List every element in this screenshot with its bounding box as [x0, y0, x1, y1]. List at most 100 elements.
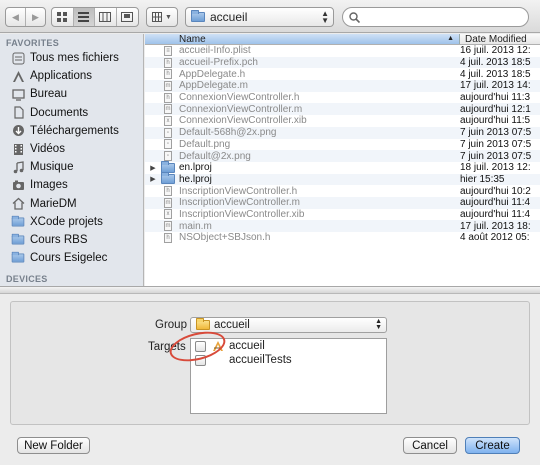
date-column-header[interactable]: Date Modified — [460, 34, 540, 45]
document-icon: ▫ — [161, 127, 175, 138]
file-row[interactable]: h ConnexionViewController.h aujourd'hui 11… — [145, 92, 540, 104]
sidebar-item-documents[interactable]: Documents — [0, 104, 143, 122]
sidebar-item-label: Musique — [30, 161, 74, 174]
file-list-header: Name ▲ Date Modified — [145, 34, 540, 45]
file-type-glyph: h — [164, 69, 172, 80]
file-date: 18 juil. 2013 12: — [460, 162, 531, 174]
movies-icon — [11, 142, 25, 156]
document-icon: h — [161, 186, 175, 197]
sidebar-item-bureau[interactable]: Bureau — [0, 85, 143, 103]
file-name: NSObject+SBJson.h — [179, 232, 271, 244]
disclosure-triangle-icon[interactable]: ▶ — [145, 175, 161, 183]
split-resize-bar[interactable] — [0, 286, 540, 294]
file-row[interactable]: ▫ Default-568h@2x.png 7 juin 2013 07:5 — [145, 126, 540, 139]
file-date: aujourd'hui 10:2 — [460, 185, 531, 197]
sidebar-item-cours-rbs[interactable]: Cours RBS — [0, 231, 143, 249]
group-popup[interactable]: accueil ▲ ▼ — [190, 317, 387, 333]
column-view-icon — [99, 12, 112, 22]
sidebar-item-label: Applications — [30, 70, 93, 83]
downloads-icon — [11, 124, 25, 138]
home-icon — [11, 197, 25, 211]
disclosure-triangle-icon[interactable]: ▶ — [145, 164, 161, 172]
sidebar-item-téléchargements[interactable]: Téléchargements — [0, 122, 143, 140]
file-name: he.lproj — [179, 173, 212, 185]
folder-row[interactable]: ▶ en.lproj 18 juil. 2013 12: — [145, 160, 540, 174]
file-row[interactable]: ▫ Default@2x.png 7 juin 2013 07:5 — [145, 150, 540, 162]
sidebar-item-mariedm[interactable]: MarieDM — [0, 195, 143, 213]
file-row[interactable]: m ConnexionViewController.m aujourd'hui 12… — [145, 103, 540, 116]
document-icon: ▫ — [161, 139, 175, 150]
document-icon: x — [161, 115, 175, 126]
dropdown-arrow-icon: ▼ — [165, 13, 172, 21]
file-row[interactable]: m AppDelegate.m 17 juil. 2013 14: — [145, 80, 540, 92]
group-value: accueil — [214, 319, 250, 331]
back-button[interactable]: ◀ — [6, 8, 26, 26]
target-row[interactable]: accueilTests — [191, 353, 386, 367]
sidebar-item-cours-esigelec[interactable]: Cours Esigelec — [0, 249, 143, 267]
create-button[interactable]: Create — [465, 437, 520, 454]
sidebar-item-applications[interactable]: Applications — [0, 67, 143, 85]
sidebar-item-label: MarieDM — [30, 197, 77, 210]
icon-view-button[interactable] — [52, 8, 74, 26]
name-column-label: Name — [179, 34, 206, 45]
search-icon — [349, 11, 360, 23]
column-view-button[interactable] — [95, 8, 117, 26]
cancel-button[interactable]: Cancel — [403, 437, 457, 454]
file-type-glyph: h — [164, 92, 172, 103]
folder-row[interactable]: ▶ he.lproj hier 15:35 — [145, 172, 540, 186]
sidebar-item-musique[interactable]: Musique — [0, 158, 143, 176]
document-icon: ▫ — [161, 151, 175, 162]
file-date: hier 15:35 — [460, 173, 505, 185]
sidebar-item-label: Vidéos — [30, 143, 65, 156]
file-date: 7 juin 2013 07:5 — [460, 127, 532, 139]
sidebar-item-label: Documents — [30, 106, 89, 119]
icon-view-icon — [56, 11, 67, 22]
file-name: main.m — [179, 220, 212, 232]
file-row[interactable]: h AppDelegate.h 4 juil. 2013 18:5 — [145, 68, 540, 80]
sidebar-item-label: XCode projets — [30, 215, 103, 228]
file-name: Default.png — [179, 138, 231, 150]
document-icon: m — [161, 104, 175, 115]
location-popup[interactable]: accueil ▲ ▼ — [185, 7, 334, 27]
folder-icon — [161, 172, 175, 185]
file-row[interactable]: x InscriptionViewController.xib aujourd'hu… — [145, 209, 540, 221]
file-type-glyph: ▫ — [164, 127, 172, 138]
file-row[interactable]: ▫ Default.png 7 juin 2013 07:5 — [145, 139, 540, 151]
file-row[interactable]: m InscriptionViewController.m aujourd'hui … — [145, 196, 540, 209]
document-icon: h — [161, 232, 175, 243]
file-row[interactable]: h accueil-Prefix.pch 4 juil. 2013 18:5 — [145, 56, 540, 69]
group-label: Group — [155, 319, 187, 331]
sidebar-item-label: Tous mes fichiers — [30, 52, 119, 65]
file-row[interactable]: ≡ accueil-Info.plist 16 juil. 2013 12: — [145, 45, 540, 57]
file-type-glyph: x — [164, 115, 172, 126]
sidebar-item-tous-mes-fichiers[interactable]: Tous mes fichiers — [0, 49, 143, 67]
name-column-header[interactable]: Name ▲ — [145, 34, 460, 45]
sidebar-item-vidéos[interactable]: Vidéos — [0, 140, 143, 158]
search-field[interactable] — [342, 7, 529, 27]
sidebar-item-label: Cours Esigelec — [30, 252, 108, 265]
file-name: Default@2x.png — [179, 150, 251, 162]
forward-button[interactable]: ▶ — [26, 8, 45, 26]
list-view-button[interactable] — [73, 8, 96, 26]
file-name: InscriptionViewController.m — [179, 197, 300, 209]
updown-arrow-icon: ▲ ▼ — [321, 9, 329, 25]
file-row[interactable]: h NSObject+SBJson.h 4 août 2012 05: — [145, 232, 540, 244]
sidebar-item-label: Cours RBS — [30, 233, 88, 246]
file-date: 4 juil. 2013 18:5 — [460, 68, 531, 80]
sidebar-item-xcode-projets[interactable]: XCode projets — [0, 213, 143, 231]
target-name: accueil — [229, 340, 265, 352]
file-row[interactable]: x ConnexionViewController.xib aujourd'hui … — [145, 115, 540, 127]
file-name: ConnexionViewController.h — [179, 92, 300, 104]
arrange-button[interactable]: ▼ — [146, 7, 178, 27]
sidebar-item-images[interactable]: Images — [0, 176, 143, 194]
file-row[interactable]: m main.m 17 juil. 2013 18: — [145, 220, 540, 232]
music-icon — [11, 160, 25, 174]
desktop-icon — [11, 87, 25, 101]
coverflow-view-button[interactable] — [117, 8, 138, 26]
file-name: AppDelegate.h — [179, 68, 246, 80]
new-folder-button[interactable]: New Folder — [17, 437, 90, 454]
file-name: InscriptionViewController.h — [179, 185, 298, 197]
file-type-glyph: m — [164, 104, 172, 115]
location-label: accueil — [210, 10, 248, 24]
file-row[interactable]: h InscriptionViewController.h aujourd'hui … — [145, 185, 540, 197]
